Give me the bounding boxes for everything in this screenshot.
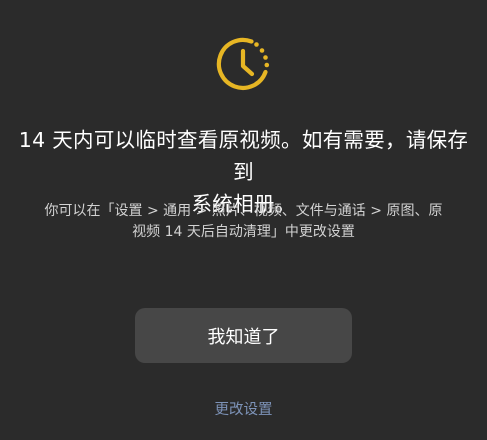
notice-description-line-1: 你可以在「设置 > 通用 > 照片、视频、文件与通话 > 原图、原 [44, 203, 443, 219]
notice-dialog: 14 天内可以临时查看原视频。如有需要，请保存到 系统相册。 你可以在「设置 >… [0, 0, 487, 440]
change-settings-link[interactable]: 更改设置 [143, 398, 344, 419]
clock-icon [216, 37, 270, 90]
got-it-button[interactable]: 我知道了 [135, 308, 352, 363]
notice-title-line-1: 14 天内可以临时查看原视频。如有需要，请保存到 [18, 128, 469, 184]
notice-description: 你可以在「设置 > 通用 > 照片、视频、文件与通话 > 原图、原 视频 14 … [14, 201, 473, 243]
notice-description-line-2: 视频 14 天后自动清理」中更改设置 [132, 224, 355, 240]
